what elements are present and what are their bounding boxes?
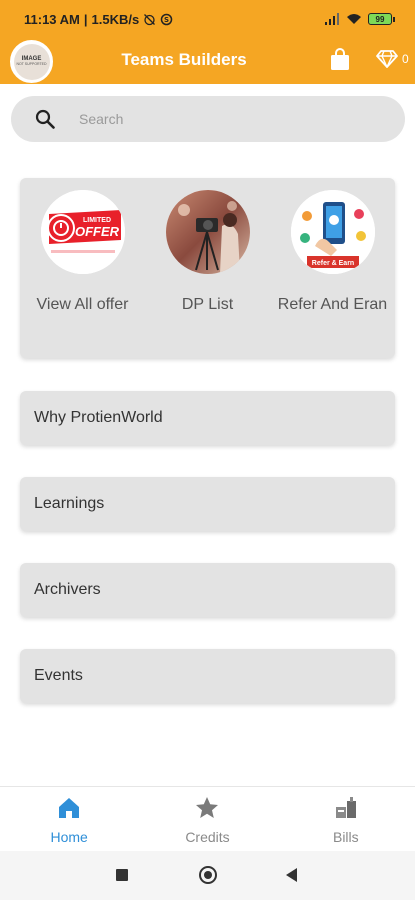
status-right: 99: [324, 13, 395, 25]
nav-credits[interactable]: Credits: [138, 787, 276, 851]
battery-level: 99: [368, 13, 392, 25]
recents-icon[interactable]: [116, 869, 128, 881]
offer-image-text-1: LIMITED: [83, 217, 111, 224]
home-icon: [59, 798, 80, 818]
limited-offer-icon: LIMITED OFFER: [40, 190, 125, 274]
refer-earn-icon: Refer & Earn: [290, 190, 375, 274]
feature-view-all-offer[interactable]: LIMITED OFFER View All offer: [20, 190, 145, 314]
feature-dp-list[interactable]: DP List: [145, 190, 270, 314]
feature-card: LIMITED OFFER View All offer DP List Ref…: [20, 178, 395, 358]
star-icon: [196, 797, 219, 818]
search-input[interactable]: [79, 111, 379, 127]
menu-item-label: Why ProtienWorld: [34, 409, 163, 426]
dp-list-image: [165, 190, 250, 274]
feature-label: View All offer: [36, 296, 129, 313]
menu-item-events[interactable]: Events: [20, 649, 395, 703]
menu-item-learnings[interactable]: Learnings: [20, 477, 395, 531]
battery-icon: 99: [368, 13, 395, 25]
menu-item-archivers[interactable]: Archivers: [20, 563, 395, 617]
diamond-icon[interactable]: [376, 50, 398, 68]
status-left: 11:13 AM | 1.5KB/s S: [24, 12, 173, 27]
status-time: 11:13 AM: [24, 11, 80, 27]
feature-label: DP List: [181, 296, 234, 313]
search-icon: [35, 109, 55, 129]
wallet-count: 0: [402, 52, 409, 66]
bills-icon: [335, 797, 356, 818]
menu-item-label: Learnings: [34, 495, 105, 512]
status-speed: 1.5KB/s: [91, 11, 140, 27]
wifi-icon: [347, 14, 361, 24]
menu-item-label: Archivers: [34, 581, 101, 598]
home-circle-icon[interactable]: [199, 866, 217, 884]
feature-refer-and-earn[interactable]: Refer & Earn Refer And Eran: [270, 190, 395, 314]
menu-item-label: Events: [34, 667, 83, 684]
offer-image: LIMITED OFFER: [40, 190, 125, 274]
status-divider: |: [83, 11, 88, 27]
feature-label: Refer And Eran: [277, 296, 388, 313]
system-nav-bar: [0, 851, 415, 900]
offer-image-text-2: OFFER: [74, 224, 119, 239]
camera-photo-icon: [165, 190, 250, 274]
page-title: Teams Builders: [121, 50, 247, 69]
menu-item-why-protienworld[interactable]: Why ProtienWorld: [20, 391, 395, 445]
refer-image: Refer & Earn: [290, 190, 375, 274]
nav-bills[interactable]: Bills: [277, 787, 415, 851]
nav-home[interactable]: Home: [0, 787, 138, 851]
nav-label: Bills: [332, 829, 359, 845]
search-bar[interactable]: [11, 96, 405, 142]
back-icon[interactable]: [286, 868, 297, 882]
refer-image-text: Refer & Earn: [311, 260, 353, 267]
nav-label: Credits: [185, 829, 230, 845]
bottom-nav: Home Credits Bills: [0, 786, 415, 851]
status-bar: 11:13 AM | 1.5KB/s S 99: [0, 0, 415, 38]
app-bar: IMAGE NOT SUPPORTED Teams Builders 0: [0, 38, 415, 84]
data-saver-icon: S: [160, 13, 173, 25]
svg-text:S: S: [164, 16, 169, 24]
signal-icon: [325, 13, 339, 25]
alarm-off-icon: [144, 13, 156, 25]
nav-label: Home: [50, 829, 88, 845]
shopping-bag-icon[interactable]: [330, 48, 350, 70]
